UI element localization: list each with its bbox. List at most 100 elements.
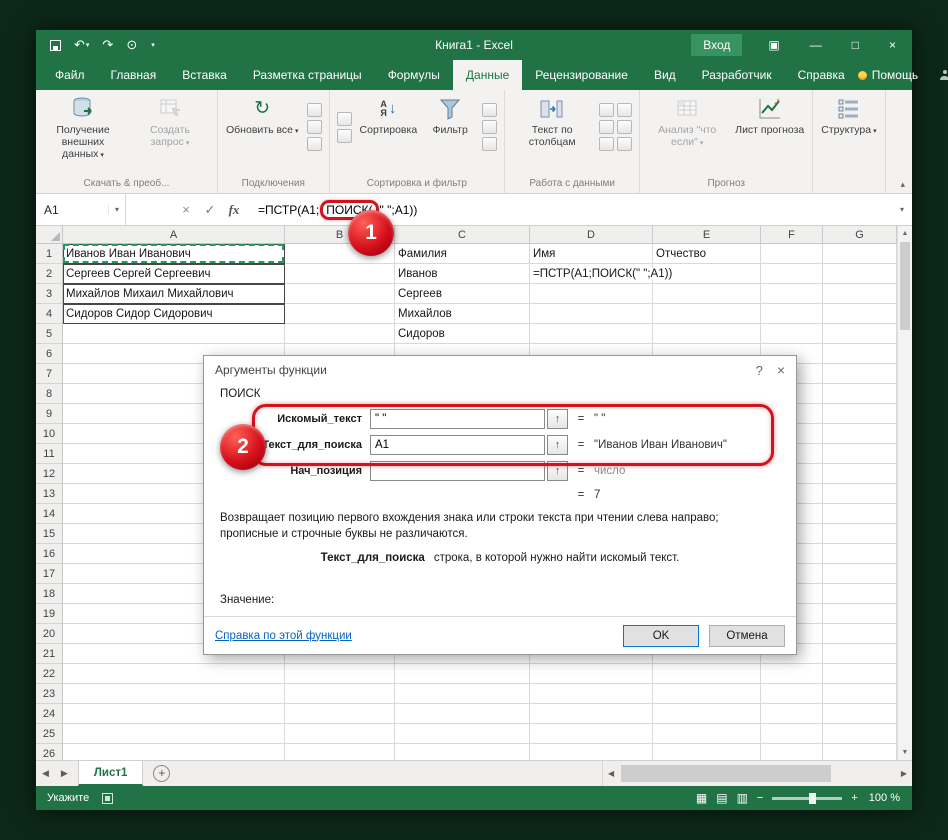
scroll-right-icon[interactable]: ▶ bbox=[896, 769, 912, 778]
remove-duplicates-mini-icon[interactable] bbox=[617, 103, 633, 117]
cell-A22[interactable] bbox=[63, 664, 285, 684]
cell-G18[interactable] bbox=[823, 584, 897, 604]
cell-B25[interactable] bbox=[285, 724, 395, 744]
row-header-7[interactable]: 7 bbox=[36, 364, 63, 384]
touch-mode-button[interactable]: ⊙ bbox=[126, 37, 137, 53]
new-query-button[interactable]: Создать запрос ▾ bbox=[127, 92, 213, 176]
cell-C25[interactable] bbox=[395, 724, 530, 744]
cell-C22[interactable] bbox=[395, 664, 530, 684]
ok-button[interactable]: OK bbox=[623, 624, 699, 647]
ribbon-mini-icon[interactable] bbox=[306, 137, 322, 151]
cell-F24[interactable] bbox=[761, 704, 823, 724]
cell-G23[interactable] bbox=[823, 684, 897, 704]
collapse-ribbon-icon[interactable]: ▴ bbox=[900, 179, 905, 190]
cancel-entry-button[interactable]: × bbox=[174, 202, 198, 217]
cell-C24[interactable] bbox=[395, 704, 530, 724]
cell-G10[interactable] bbox=[823, 424, 897, 444]
row-header-12[interactable]: 12 bbox=[36, 464, 63, 484]
cell-F3[interactable] bbox=[761, 284, 823, 304]
cell-G7[interactable] bbox=[823, 364, 897, 384]
clear-filter-mini-icon[interactable] bbox=[482, 103, 498, 117]
row-header-14[interactable]: 14 bbox=[36, 504, 63, 524]
cell-G15[interactable] bbox=[823, 524, 897, 544]
ribbon-display-options-button[interactable]: ▣ bbox=[768, 38, 779, 52]
cell-F23[interactable] bbox=[761, 684, 823, 704]
reapply-filter-mini-icon[interactable] bbox=[482, 120, 498, 134]
cell-G21[interactable] bbox=[823, 644, 897, 664]
row-header-8[interactable]: 8 bbox=[36, 384, 63, 404]
row-header-11[interactable]: 11 bbox=[36, 444, 63, 464]
tab-Вид[interactable]: Вид bbox=[641, 60, 689, 90]
tab-Справка[interactable]: Справка bbox=[785, 60, 858, 90]
cell-D22[interactable] bbox=[530, 664, 653, 684]
row-header-17[interactable]: 17 bbox=[36, 564, 63, 584]
cell-A26[interactable] bbox=[63, 744, 285, 760]
row-header-21[interactable]: 21 bbox=[36, 644, 63, 664]
cell-E23[interactable] bbox=[653, 684, 761, 704]
insert-function-button[interactable]: fx bbox=[222, 202, 246, 218]
row-header-23[interactable]: 23 bbox=[36, 684, 63, 704]
cell-A25[interactable] bbox=[63, 724, 285, 744]
minimize-button[interactable]: — bbox=[810, 38, 822, 52]
horizontal-scrollbar-track[interactable] bbox=[619, 761, 896, 786]
row-header-18[interactable]: 18 bbox=[36, 584, 63, 604]
cell-G14[interactable] bbox=[823, 504, 897, 524]
cell-E26[interactable] bbox=[653, 744, 761, 760]
sort-ascending-mini-icon[interactable] bbox=[336, 111, 352, 126]
text-to-columns-button[interactable]: Текст по столбцам bbox=[509, 92, 595, 176]
horizontal-scrollbar-thumb[interactable] bbox=[621, 765, 832, 782]
start-position-input[interactable] bbox=[370, 461, 545, 481]
cell-C4[interactable]: Михайлов bbox=[395, 304, 530, 324]
cell-B3[interactable] bbox=[285, 284, 395, 304]
save-button[interactable] bbox=[50, 39, 61, 51]
sign-in-button[interactable]: Вход bbox=[691, 34, 743, 56]
cell-E22[interactable] bbox=[653, 664, 761, 684]
cell-F22[interactable] bbox=[761, 664, 823, 684]
tab-Данные[interactable]: Данные bbox=[452, 60, 523, 90]
sort-button[interactable]: АЯ ↓ Сортировка bbox=[356, 92, 422, 176]
cell-D23[interactable] bbox=[530, 684, 653, 704]
vertical-scrollbar-thumb[interactable] bbox=[900, 242, 910, 330]
manage-data-model-mini-icon[interactable] bbox=[617, 137, 633, 151]
macro-record-icon[interactable] bbox=[102, 792, 114, 804]
close-button[interactable]: × bbox=[889, 38, 896, 52]
row-header-3[interactable]: 3 bbox=[36, 284, 63, 304]
cell-B26[interactable] bbox=[285, 744, 395, 760]
row-header-1[interactable]: 1 bbox=[36, 244, 63, 264]
cell-G26[interactable] bbox=[823, 744, 897, 760]
collapse-dialog-button[interactable]: ↑ bbox=[547, 435, 568, 455]
select-all-button[interactable] bbox=[36, 226, 63, 244]
cell-D24[interactable] bbox=[530, 704, 653, 724]
name-box-splitter[interactable] bbox=[126, 194, 174, 225]
zoom-slider-thumb[interactable] bbox=[808, 792, 816, 804]
cell-E3[interactable] bbox=[653, 284, 761, 304]
cell-A23[interactable] bbox=[63, 684, 285, 704]
cell-B22[interactable] bbox=[285, 664, 395, 684]
cell-C2[interactable]: Иванов bbox=[395, 264, 530, 284]
redo-button[interactable]: ↷ bbox=[102, 37, 113, 53]
cell-F25[interactable] bbox=[761, 724, 823, 744]
tab-Разметка страницы[interactable]: Разметка страницы bbox=[240, 60, 375, 90]
data-validation-mini-icon[interactable] bbox=[599, 120, 615, 134]
tab-Разработчик[interactable]: Разработчик bbox=[689, 60, 785, 90]
cancel-button[interactable]: Отмена bbox=[709, 624, 785, 647]
vertical-scrollbar[interactable]: ▲ ▼ bbox=[897, 226, 912, 760]
cell-G8[interactable] bbox=[823, 384, 897, 404]
cell-G4[interactable] bbox=[823, 304, 897, 324]
zoom-level[interactable]: 100 % bbox=[869, 792, 900, 804]
tab-Рецензирование[interactable]: Рецензирование bbox=[522, 60, 641, 90]
cell-C23[interactable] bbox=[395, 684, 530, 704]
collapse-dialog-button[interactable]: ↑ bbox=[547, 409, 568, 429]
flash-fill-mini-icon[interactable] bbox=[599, 103, 615, 117]
row-header-20[interactable]: 20 bbox=[36, 624, 63, 644]
cell-D2[interactable]: =ПСТР(A1;ПОИСК(" ";A1)) bbox=[530, 264, 677, 284]
row-header-24[interactable]: 24 bbox=[36, 704, 63, 724]
cell-G24[interactable] bbox=[823, 704, 897, 724]
sheet-nav-left-icon[interactable]: ◀ bbox=[36, 768, 55, 779]
cell-D5[interactable] bbox=[530, 324, 653, 344]
cell-F5[interactable] bbox=[761, 324, 823, 344]
cell-C3[interactable]: Сергеев bbox=[395, 284, 530, 304]
cell-A2[interactable]: Сергеев Сергей Сергеевич bbox=[63, 264, 285, 284]
cell-G3[interactable] bbox=[823, 284, 897, 304]
scroll-up-icon[interactable]: ▲ bbox=[898, 230, 912, 237]
